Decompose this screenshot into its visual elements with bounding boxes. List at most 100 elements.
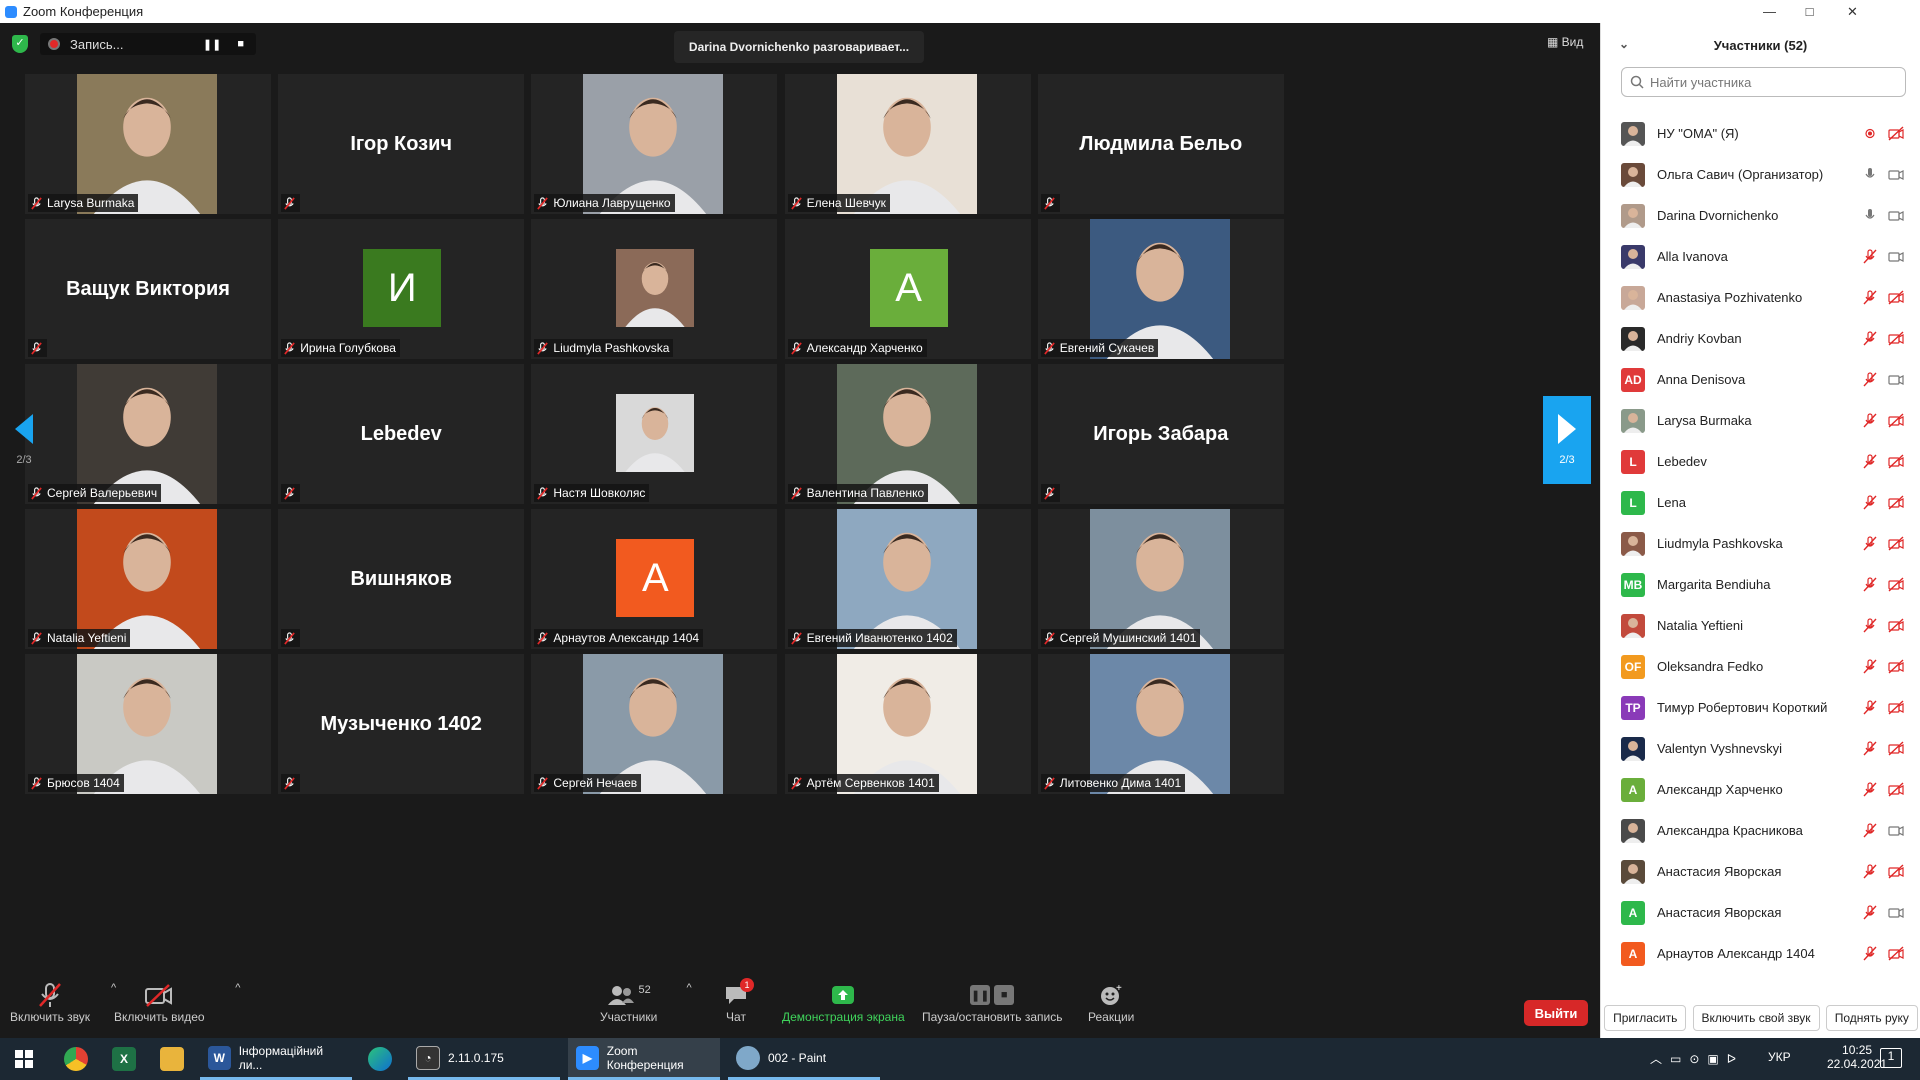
taskbar-paint[interactable]: 002 - Paint	[728, 1038, 880, 1080]
video-tile[interactable]: Ващук Виктория	[25, 219, 271, 359]
video-tile[interactable]: Артём Сервенков 1401	[784, 654, 1031, 794]
notifications-icon[interactable]: 1	[1880, 1048, 1902, 1068]
video-tile[interactable]: Брюсов 1404	[25, 654, 271, 794]
participant-row[interactable]: TP Тимур Робертович Короткий	[1621, 687, 1911, 728]
invite-button[interactable]: Пригласить	[1604, 1005, 1687, 1031]
mic-on-icon	[1865, 209, 1875, 219]
participant-caption: Natalia Yeftieni	[28, 629, 131, 647]
participant-display-name: Lebedev	[360, 422, 442, 445]
participant-list-name: Andriy Kovban	[1657, 331, 1742, 346]
start-video-button[interactable]: ^ Включить видео	[114, 980, 240, 1024]
taskbar-excel[interactable]: X	[104, 1038, 144, 1080]
close-button[interactable]: ✕	[1830, 0, 1875, 23]
video-tile[interactable]: Настя Шовколяс	[531, 364, 778, 504]
unmute-button[interactable]: ^ Включить звук	[10, 980, 116, 1024]
participant-photo	[77, 74, 217, 214]
taskbar-app[interactable]: ◔ 2.11.0.175	[408, 1038, 560, 1080]
chat-button[interactable]: 1 Чат	[724, 978, 754, 1024]
participant-photo	[616, 394, 695, 472]
participant-row[interactable]: Alla Ivanova	[1621, 236, 1911, 277]
participant-row[interactable]: НУ "ОМА" (Я)	[1621, 113, 1911, 154]
participants-caret-icon[interactable]: ^	[687, 982, 692, 994]
camera-icon	[1888, 252, 1904, 262]
participant-row[interactable]: L Lebedev	[1621, 441, 1911, 482]
participant-row[interactable]: Александра Красникова	[1621, 810, 1911, 851]
video-tile[interactable]: Natalia Yeftieni	[25, 509, 271, 649]
video-tile[interactable]: Liudmyla Pashkovska	[531, 219, 778, 359]
share-screen-label: Демонстрация экрана	[782, 1010, 905, 1024]
taskbar-word[interactable]: W Інформаційний ли...	[200, 1038, 352, 1080]
participant-row[interactable]: Anastasiya Pozhivatenko	[1621, 277, 1911, 318]
language-indicator[interactable]: УКР	[1768, 1050, 1791, 1064]
taskbar-explorer[interactable]	[152, 1038, 192, 1080]
leave-meeting-button[interactable]: Выйти	[1524, 1000, 1588, 1026]
video-caret-icon[interactable]: ^	[235, 982, 240, 994]
video-tile[interactable]: Валентина Павленко	[784, 364, 1031, 504]
video-tile[interactable]: Larysa Burmaka	[25, 74, 271, 214]
svg-text:+: +	[1116, 983, 1122, 994]
next-page-button[interactable]: 2/3	[1543, 396, 1591, 484]
participants-button[interactable]: 52 ^ Участники	[600, 980, 692, 1024]
participant-search-input[interactable]: Найти участника	[1621, 67, 1906, 97]
clock[interactable]: 10:25 22.04.2021	[1827, 1043, 1887, 1071]
video-tile[interactable]: A Арнаутов Александр 1404	[531, 509, 778, 649]
share-screen-button[interactable]: Демонстрация экрана	[782, 980, 905, 1024]
participant-row[interactable]: Darina Dvornichenko	[1621, 195, 1911, 236]
participant-row[interactable]: MB Margarita Bendiuha	[1621, 564, 1911, 605]
participant-row[interactable]: Ольга Савич (Организатор)	[1621, 154, 1911, 195]
participant-photo	[77, 509, 217, 649]
video-tile[interactable]: Сергей Валерьевич	[25, 364, 271, 504]
video-tile[interactable]: Юлиана Лаврущенко	[531, 74, 778, 214]
mic-muted-icon	[1863, 741, 1877, 756]
encryption-shield-icon[interactable]: ✓	[12, 35, 28, 53]
participant-row[interactable]: L Lena	[1621, 482, 1911, 523]
participant-photo	[836, 364, 977, 504]
raise-hand-button[interactable]: Поднять руку	[1825, 1005, 1918, 1031]
participant-row[interactable]: Natalia Yeftieni	[1621, 605, 1911, 646]
video-tile[interactable]: Ігор Козич	[278, 74, 525, 214]
stop-recording-icon[interactable]: ■	[237, 38, 244, 51]
participant-row[interactable]: AD Anna Denisova	[1621, 359, 1911, 400]
video-tile[interactable]: Вишняков	[278, 509, 525, 649]
system-tray-icons[interactable]: ︿▭⊙▣ᐅ	[1650, 1050, 1744, 1067]
participant-row[interactable]: A Анастасия Яворская	[1621, 892, 1911, 933]
maximize-button[interactable]: □	[1787, 0, 1832, 23]
participant-name: Брюсов 1404	[47, 776, 120, 790]
avatar-letter: A	[616, 539, 695, 617]
video-tile[interactable]: Музыченко 1402	[278, 654, 525, 794]
participant-row[interactable]: A Арнаутов Александр 1404	[1621, 933, 1911, 974]
video-tile[interactable]: Сергей Мушинский 1401	[1037, 509, 1284, 649]
participant-row[interactable]: Valentyn Vyshnevskyi	[1621, 728, 1911, 769]
unmute-me-button[interactable]: Включить свой звук	[1692, 1005, 1820, 1031]
participant-row[interactable]: Larysa Burmaka	[1621, 400, 1911, 441]
video-tile[interactable]: Людмила Бельо	[1037, 74, 1284, 214]
video-tile[interactable]: Евгений Сукачев	[1037, 219, 1284, 359]
video-tile[interactable]: Литовенко Дима 1401	[1037, 654, 1284, 794]
participant-name: Елена Шевчук	[806, 196, 886, 210]
participant-row[interactable]: OF Oleksandra Fedko	[1621, 646, 1911, 687]
video-tile[interactable]: Игорь Забара	[1037, 364, 1284, 504]
reactions-button[interactable]: + Реакции	[1088, 980, 1134, 1024]
participants-panel-footer: Пригласить Включить свой звук Поднять ру…	[1601, 998, 1920, 1038]
video-tile[interactable]: Евгений Иванютенко 1402	[784, 509, 1031, 649]
pause-recording-icon[interactable]: ❚❚	[203, 38, 221, 51]
video-tile[interactable]: Сергей Нечаев	[531, 654, 778, 794]
video-tile[interactable]: Lebedev	[278, 364, 525, 504]
participant-row[interactable]: Andriy Kovban	[1621, 318, 1911, 359]
taskbar-edge[interactable]	[360, 1038, 400, 1080]
participant-row[interactable]: Liudmyla Pashkovska	[1621, 523, 1911, 564]
view-button[interactable]: ▦ Вид	[1547, 35, 1583, 49]
video-tile[interactable]: A Александр Харченко	[784, 219, 1031, 359]
participant-row[interactable]: Анастасия Яворская	[1621, 851, 1911, 892]
start-button[interactable]	[0, 1038, 48, 1080]
video-tile[interactable]: И Ирина Голубкова	[278, 219, 525, 359]
taskbar-chrome[interactable]	[56, 1038, 96, 1080]
prev-page-button[interactable]: 2/3	[0, 396, 48, 484]
participant-row[interactable]: A Александр Харченко	[1621, 769, 1911, 810]
minimize-button[interactable]: —	[1747, 0, 1792, 23]
collapse-chevron-icon[interactable]: ⌄	[1619, 37, 1629, 51]
taskbar-zoom[interactable]: ▶ Zoom Конференция	[568, 1038, 720, 1080]
pause-stop-recording-button[interactable]: ❚❚ ■ Пауза/остановить запись	[922, 980, 1062, 1024]
video-tile[interactable]: Елена Шевчук	[784, 74, 1031, 214]
taskbar-app-label: 2.11.0.175	[448, 1050, 504, 1065]
